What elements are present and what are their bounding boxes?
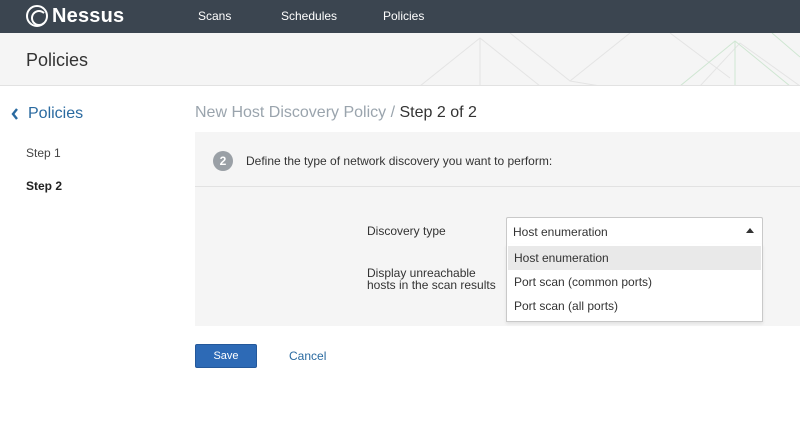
header-decoration	[420, 33, 800, 85]
nav-item-scans[interactable]: Scans	[198, 9, 231, 23]
step-panel: 2 Define the type of network discovery y…	[195, 132, 800, 326]
top-nav-bar: Nessus Scans Schedules Policies	[0, 0, 800, 33]
app-name: Nessus	[52, 4, 125, 27]
chevron-left-icon	[11, 108, 18, 120]
page-header: Policies	[0, 33, 800, 86]
step-number-badge: 2	[213, 151, 233, 171]
nav-item-policies[interactable]: Policies	[383, 9, 424, 23]
dropdown-option-host-enumeration[interactable]: Host enumeration	[508, 246, 761, 270]
discovery-type-selected-value: Host enumeration	[513, 225, 608, 239]
page-title: Policies	[26, 50, 89, 70]
sidebar-step-2[interactable]: Step 2	[26, 179, 62, 193]
step-header: 2 Define the type of network discovery y…	[195, 132, 800, 187]
dropdown-option-port-scan-common[interactable]: Port scan (common ports)	[508, 270, 761, 294]
unreachable-hosts-label: Display unreachable hosts in the scan re…	[367, 267, 507, 291]
nessus-logo[interactable]: Nessus	[26, 4, 124, 28]
discovery-type-dropdown: Host enumeration Port scan (common ports…	[506, 244, 763, 322]
wizard-title-step: Step 2 of 2	[399, 104, 477, 121]
cancel-link[interactable]: Cancel	[289, 349, 326, 363]
save-button[interactable]: Save	[195, 344, 257, 368]
back-to-policies-link[interactable]: Policies	[10, 105, 83, 123]
wizard-title: New Host Discovery Policy / Step 2 of 2	[195, 104, 477, 122]
nessus-logo-icon	[26, 5, 48, 27]
step-description: Define the type of network discovery you…	[246, 154, 553, 168]
dropdown-option-port-scan-all[interactable]: Port scan (all ports)	[508, 294, 761, 318]
unreachable-label-line-2: hosts in the scan results	[367, 278, 496, 292]
discovery-type-select[interactable]: Host enumeration	[506, 217, 763, 244]
nav-item-schedules[interactable]: Schedules	[281, 9, 337, 23]
wizard-title-policy: New Host Discovery Policy /	[195, 104, 396, 121]
caret-up-icon	[746, 228, 754, 233]
back-link-label: Policies	[28, 105, 84, 122]
discovery-type-label: Discovery type	[367, 224, 446, 238]
sidebar-step-1[interactable]: Step 1	[26, 146, 61, 160]
